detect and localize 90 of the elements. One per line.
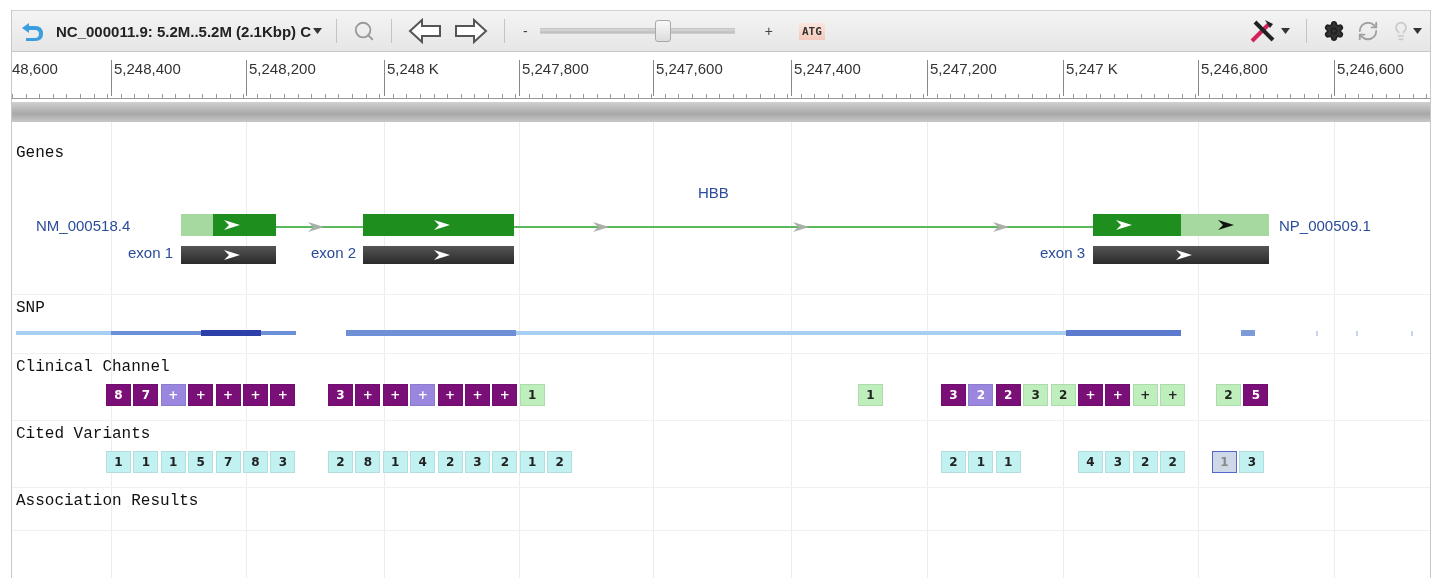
ruler-label: 5,247,200 [929, 60, 997, 77]
ruler-label: 5,248,200 [248, 60, 316, 77]
strand-arrow-icon [1175, 249, 1193, 261]
variant-badge[interactable]: + [465, 384, 490, 406]
variant-badge[interactable]: 1 [382, 451, 408, 473]
ruler-label: 5,247,600 [655, 60, 723, 77]
gene-name[interactable]: HBB [698, 184, 729, 201]
variant-badge[interactable]: 2 [995, 384, 1021, 406]
variant-badge[interactable]: + [355, 384, 381, 406]
track-title: Cited Variants [15, 425, 151, 443]
ruler-label: 48,600 [12, 60, 58, 77]
variant-badge[interactable]: 3 [465, 451, 490, 473]
variant-badge[interactable]: + [1078, 384, 1103, 406]
variant-badge[interactable]: + [382, 384, 408, 406]
ruler-label: 5,248,400 [113, 60, 181, 77]
strand-arrow-icon [222, 219, 241, 231]
variant-badge[interactable]: 2 [1050, 384, 1076, 406]
variant-badge[interactable]: + [492, 384, 518, 406]
variant-badge[interactable]: + [1160, 384, 1186, 406]
strand-arrow-icon [307, 221, 325, 233]
variant-badge[interactable]: 3 [270, 451, 296, 473]
variant-badge[interactable]: 8 [355, 451, 381, 473]
variant-badge[interactable]: 1 [133, 451, 159, 473]
variant-badge[interactable]: 2 [1160, 451, 1186, 473]
strand-arrow-icon [992, 221, 1010, 233]
exon-block[interactable] [181, 214, 276, 236]
variant-badge[interactable]: + [1105, 384, 1131, 406]
track-title: Genes [15, 144, 64, 162]
variant-badge[interactable]: 3 [1105, 451, 1131, 473]
variant-badge[interactable]: 1 [519, 451, 545, 473]
variant-badge[interactable]: 2 [1132, 451, 1158, 473]
track-title: SNP [15, 299, 45, 317]
ruler-label: 5,247,400 [793, 60, 861, 77]
strand-arrow-icon [432, 249, 451, 261]
exon-label[interactable]: exon 2 [310, 244, 356, 261]
variant-badge[interactable]: + [188, 384, 214, 406]
variant-badge[interactable]: 3 [1239, 451, 1265, 473]
exon-bar[interactable] [181, 246, 276, 264]
variant-badge[interactable]: 7 [133, 384, 159, 406]
exon-label[interactable]: exon 3 [1039, 244, 1085, 261]
ruler-label: 5,247,800 [521, 60, 589, 77]
variant-badge[interactable]: 7 [215, 451, 241, 473]
strand-arrow-icon [222, 249, 241, 261]
variant-badge[interactable]: + [437, 384, 463, 406]
variant-badge[interactable]: 1 [106, 451, 131, 473]
variant-badge[interactable]: 2 [941, 451, 966, 473]
sequence-button[interactable]: ATG [798, 22, 825, 40]
exon-label[interactable]: exon 1 [127, 244, 173, 261]
variant-badge[interactable]: 1 [968, 451, 994, 473]
exon-block[interactable] [1093, 214, 1269, 236]
variant-badge[interactable]: 4 [1078, 451, 1103, 473]
track-title: Association Results [15, 492, 199, 510]
variant-badge[interactable]: 3 [1023, 384, 1049, 406]
sequence-title[interactable]: NC_000011.9: 5.2M..5.2M (2.1Kbp) C [54, 22, 314, 40]
ruler-label: 5,246,800 [1200, 60, 1268, 77]
variant-badge[interactable]: 2 [1216, 384, 1241, 406]
variant-badge[interactable]: 2 [437, 451, 463, 473]
variant-badge[interactable]: 1 [160, 451, 186, 473]
variant-badge[interactable]: 8 [243, 451, 268, 473]
transcript-label[interactable]: NM_000518.4 [36, 217, 131, 234]
variant-badge[interactable]: 2 [492, 451, 518, 473]
strand-arrow-icon [592, 221, 610, 233]
variant-badge[interactable]: 1 [995, 451, 1021, 473]
strand-arrow-icon [432, 219, 451, 231]
ruler-label: 5,246,600 [1336, 60, 1404, 77]
variant-badge[interactable]: 3 [941, 384, 966, 406]
variant-badge[interactable]: 4 [410, 451, 436, 473]
strand-arrow-icon [792, 221, 810, 233]
variant-badge[interactable]: 1 [519, 384, 545, 406]
variant-badge[interactable]: 3 [328, 384, 353, 406]
variant-badge[interactable]: 2 [547, 451, 573, 473]
ruler-label: 5,247 K [1065, 60, 1118, 77]
variant-badge[interactable]: 8 [106, 384, 131, 406]
variant-badge[interactable]: + [270, 384, 296, 406]
variant-badge[interactable]: 2 [328, 451, 353, 473]
protein-label[interactable]: NP_000509.1 [1279, 217, 1371, 234]
track-title: Clinical Channel [15, 358, 170, 376]
variant-badge[interactable]: 5 [188, 451, 214, 473]
variant-badge[interactable]: 5 [1243, 384, 1269, 406]
ruler-label: 5,248 K [386, 60, 439, 77]
variant-badge[interactable]: 1 [858, 384, 883, 406]
variant-badge[interactable]: + [1132, 384, 1158, 406]
zoom-in-button[interactable]: + [760, 23, 777, 39]
strand-arrow-icon [1217, 219, 1235, 231]
variant-badge[interactable]: + [243, 384, 268, 406]
slider-thumb[interactable] [655, 20, 672, 42]
strand-arrow-icon [1115, 219, 1133, 231]
caret-icon[interactable] [313, 28, 323, 34]
zoom-out-button[interactable]: - [519, 23, 532, 39]
variant-badge[interactable]: + [215, 384, 241, 406]
